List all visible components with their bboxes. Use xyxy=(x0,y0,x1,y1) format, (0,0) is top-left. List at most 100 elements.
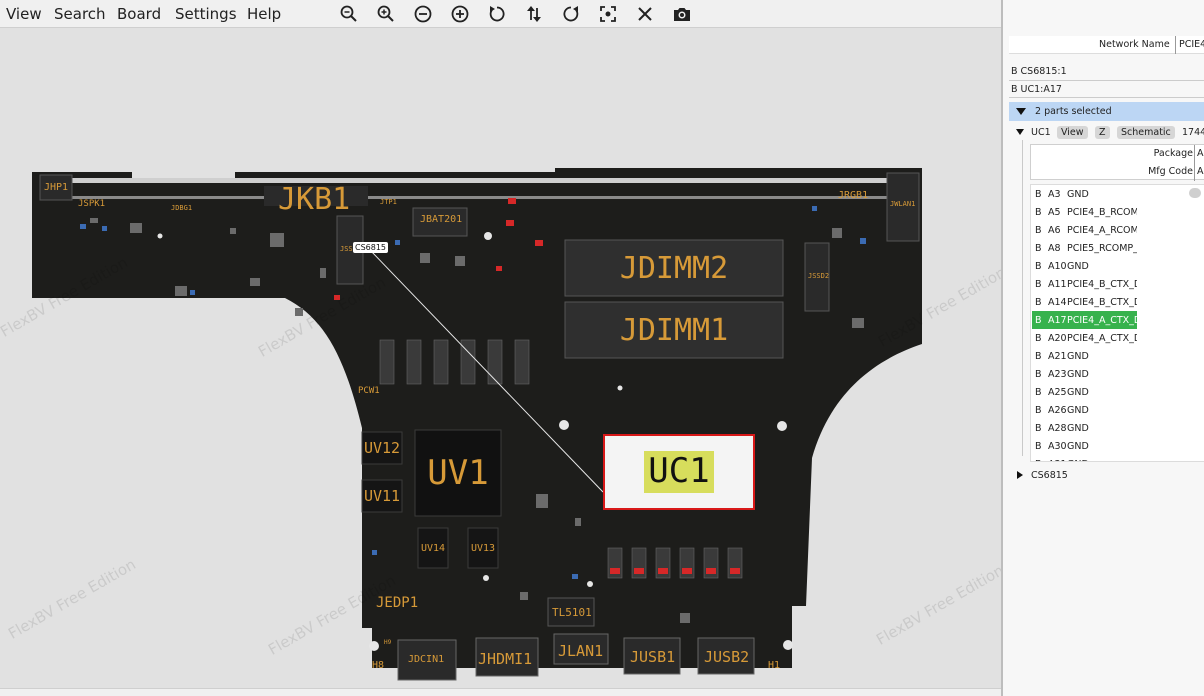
pin-number: A31 xyxy=(1048,459,1067,461)
expand-down-icon[interactable] xyxy=(1016,129,1024,135)
prop-package-row: Package A xyxy=(1031,145,1204,163)
label-jusb2: JUSB2 xyxy=(704,648,750,666)
pin-row[interactable]: B A8 PCIE5_RCOMP_F xyxy=(1031,239,1204,257)
pin-net: PCIE4_A_CTX_D xyxy=(1067,333,1137,344)
expand-down-icon[interactable] xyxy=(1016,108,1026,115)
pin-net: PCIE5_RCOMP_F xyxy=(1067,243,1137,254)
pin-row[interactable]: B A11 PCIE4_B_CTX_D xyxy=(1031,275,1204,293)
rotate-right-icon[interactable] xyxy=(559,3,583,25)
pin-side: B xyxy=(1035,261,1042,272)
menu-help[interactable]: Help xyxy=(247,5,281,23)
label-uv13[interactable]: UV13 xyxy=(468,528,498,568)
z-button[interactable]: Z xyxy=(1095,126,1110,139)
plus-circle-icon[interactable] xyxy=(448,3,472,25)
label-jdimm2[interactable]: JDIMM2 xyxy=(565,240,783,296)
minus-circle-icon[interactable] xyxy=(411,3,435,25)
pin-number: A30 xyxy=(1048,441,1067,452)
pin-net: PCIE4_A_RCOMP xyxy=(1067,225,1137,236)
label-jusb1: JUSB1 xyxy=(630,648,676,666)
pin-side: B xyxy=(1035,189,1042,200)
pin-net: PCIE4_B_RCOMP xyxy=(1067,207,1137,218)
pin-number: A14 xyxy=(1048,297,1067,308)
pin-number: A3 xyxy=(1048,189,1061,200)
pin-row[interactable]: B A26 GND xyxy=(1031,401,1204,419)
pin-row[interactable]: B A31GND xyxy=(1031,455,1204,461)
info-panel: Network Name PCIE4_ B CS6815:1 B UC1:A17… xyxy=(1003,0,1204,696)
part-uc1-extra: 1744 xyxy=(1182,127,1204,138)
label-h8: H8 xyxy=(372,660,385,671)
part-cs6815-node[interactable]: CS6815 xyxy=(1031,470,1068,481)
menu-view[interactable]: View xyxy=(6,5,42,23)
pin-row[interactable]: B A25 GND xyxy=(1031,383,1204,401)
prop-package-key: Package xyxy=(1153,148,1193,159)
view-button[interactable]: View xyxy=(1057,126,1088,139)
pin-side: B xyxy=(1035,441,1042,452)
pin-number: A26 xyxy=(1048,405,1067,416)
label-jhp1: JHP1 xyxy=(44,182,69,193)
pin-row[interactable]: B A6 PCIE4_A_RCOMP xyxy=(1031,221,1204,239)
pin-side: B xyxy=(1035,351,1042,362)
label-uv14[interactable]: UV14 xyxy=(418,528,448,568)
pin-row[interactable]: B A14 PCIE4_B_CTX_D xyxy=(1031,293,1204,311)
pin-number: A20 xyxy=(1048,333,1067,344)
menu-search[interactable]: Search xyxy=(54,5,106,23)
pin-net: PCIE4_B_CTX_D xyxy=(1067,279,1137,290)
camera-icon[interactable] xyxy=(670,3,694,25)
pin-row[interactable]: B A28 GND xyxy=(1031,419,1204,437)
label-jdbg1: JDBG1 xyxy=(171,204,193,212)
fit-view-icon[interactable] xyxy=(596,3,620,25)
board-canvas[interactable]: FlexBV Free Edition FlexBV Free Edition … xyxy=(0,28,1001,688)
label-jdimm1[interactable]: JDIMM1 xyxy=(565,302,783,358)
label-jtp1: JTP1 xyxy=(380,198,397,206)
pin-side: B xyxy=(1035,243,1042,254)
pin-row[interactable]: B A17 PCIE4_A_CTX_D xyxy=(1031,311,1204,329)
expand-right-icon[interactable] xyxy=(1017,471,1023,479)
properties-table: Package A Mfg Code A xyxy=(1030,144,1204,181)
label-uv12[interactable]: UV12 xyxy=(362,432,402,464)
pin-row[interactable]: B A3 GND xyxy=(1031,185,1204,203)
pin-net: GND xyxy=(1067,189,1089,200)
pin-number: A11 xyxy=(1048,279,1067,290)
rotate-left-icon[interactable] xyxy=(485,3,509,25)
label-h1: H1 xyxy=(768,660,781,671)
menu-board[interactable]: Board xyxy=(117,5,161,23)
pin-net: GND xyxy=(1067,441,1089,452)
zoom-in-icon[interactable] xyxy=(374,3,398,25)
menu-bar: View Search Board Settings Help xyxy=(0,0,1001,28)
label-jrgb1: JRGB1 xyxy=(838,190,869,201)
net-header: Network Name PCIE4_ xyxy=(1009,36,1204,54)
label-uv1[interactable]: UV1 xyxy=(415,430,501,516)
pin-row[interactable]: B A21 GND xyxy=(1031,347,1204,365)
zoom-out-icon[interactable] xyxy=(337,3,361,25)
close-icon[interactable] xyxy=(633,3,657,25)
label-uv11[interactable]: UV11 xyxy=(362,480,402,512)
label-tl5101: TL5101 xyxy=(552,606,592,619)
label-jhdmi1: JHDMI1 xyxy=(478,650,533,668)
parts-selected-label: 2 parts selected xyxy=(1035,106,1112,117)
flip-icon[interactable] xyxy=(522,3,546,25)
pin-number: A17 xyxy=(1048,315,1067,326)
part-uc1-selected[interactable]: UC1 xyxy=(603,434,755,510)
pin-list[interactable]: B A3 GND B A5 PCIE4_B_RCOMP B A6 PCIE4_A_RCOMP B A… xyxy=(1030,184,1204,462)
pin-row[interactable]: B A10 GND xyxy=(1031,257,1204,275)
parts-selected-row[interactable]: 2 parts selected xyxy=(1009,102,1204,121)
pin-number: A23 xyxy=(1048,369,1067,380)
pin-number: A6 xyxy=(1048,225,1061,236)
pin-side: B xyxy=(1035,459,1042,461)
part-cs6815-tag[interactable]: CS6815 xyxy=(353,242,389,253)
info-uc1-pin: B UC1:A17 xyxy=(1011,84,1062,95)
pin-row[interactable]: B A23 GND xyxy=(1031,365,1204,383)
pin-side: B xyxy=(1035,423,1042,434)
pin-row[interactable]: B A30 GND xyxy=(1031,437,1204,455)
menu-settings[interactable]: Settings xyxy=(175,5,237,23)
pin-side: B xyxy=(1035,315,1042,326)
part-uc1-node[interactable]: UC1 xyxy=(1031,127,1051,138)
pin-number: A5 xyxy=(1048,207,1061,218)
pin-row[interactable]: B A20 PCIE4_A_CTX_D xyxy=(1031,329,1204,347)
label-jbat201: JBAT201 xyxy=(420,214,463,225)
pin-row[interactable]: B A5 PCIE4_B_RCOMP xyxy=(1031,203,1204,221)
pin-side: B xyxy=(1035,369,1042,380)
label-uc1: UC1 xyxy=(644,451,714,493)
schematic-button[interactable]: Schematic xyxy=(1117,126,1175,139)
label-jdcin1: JDCIN1 xyxy=(408,654,445,665)
